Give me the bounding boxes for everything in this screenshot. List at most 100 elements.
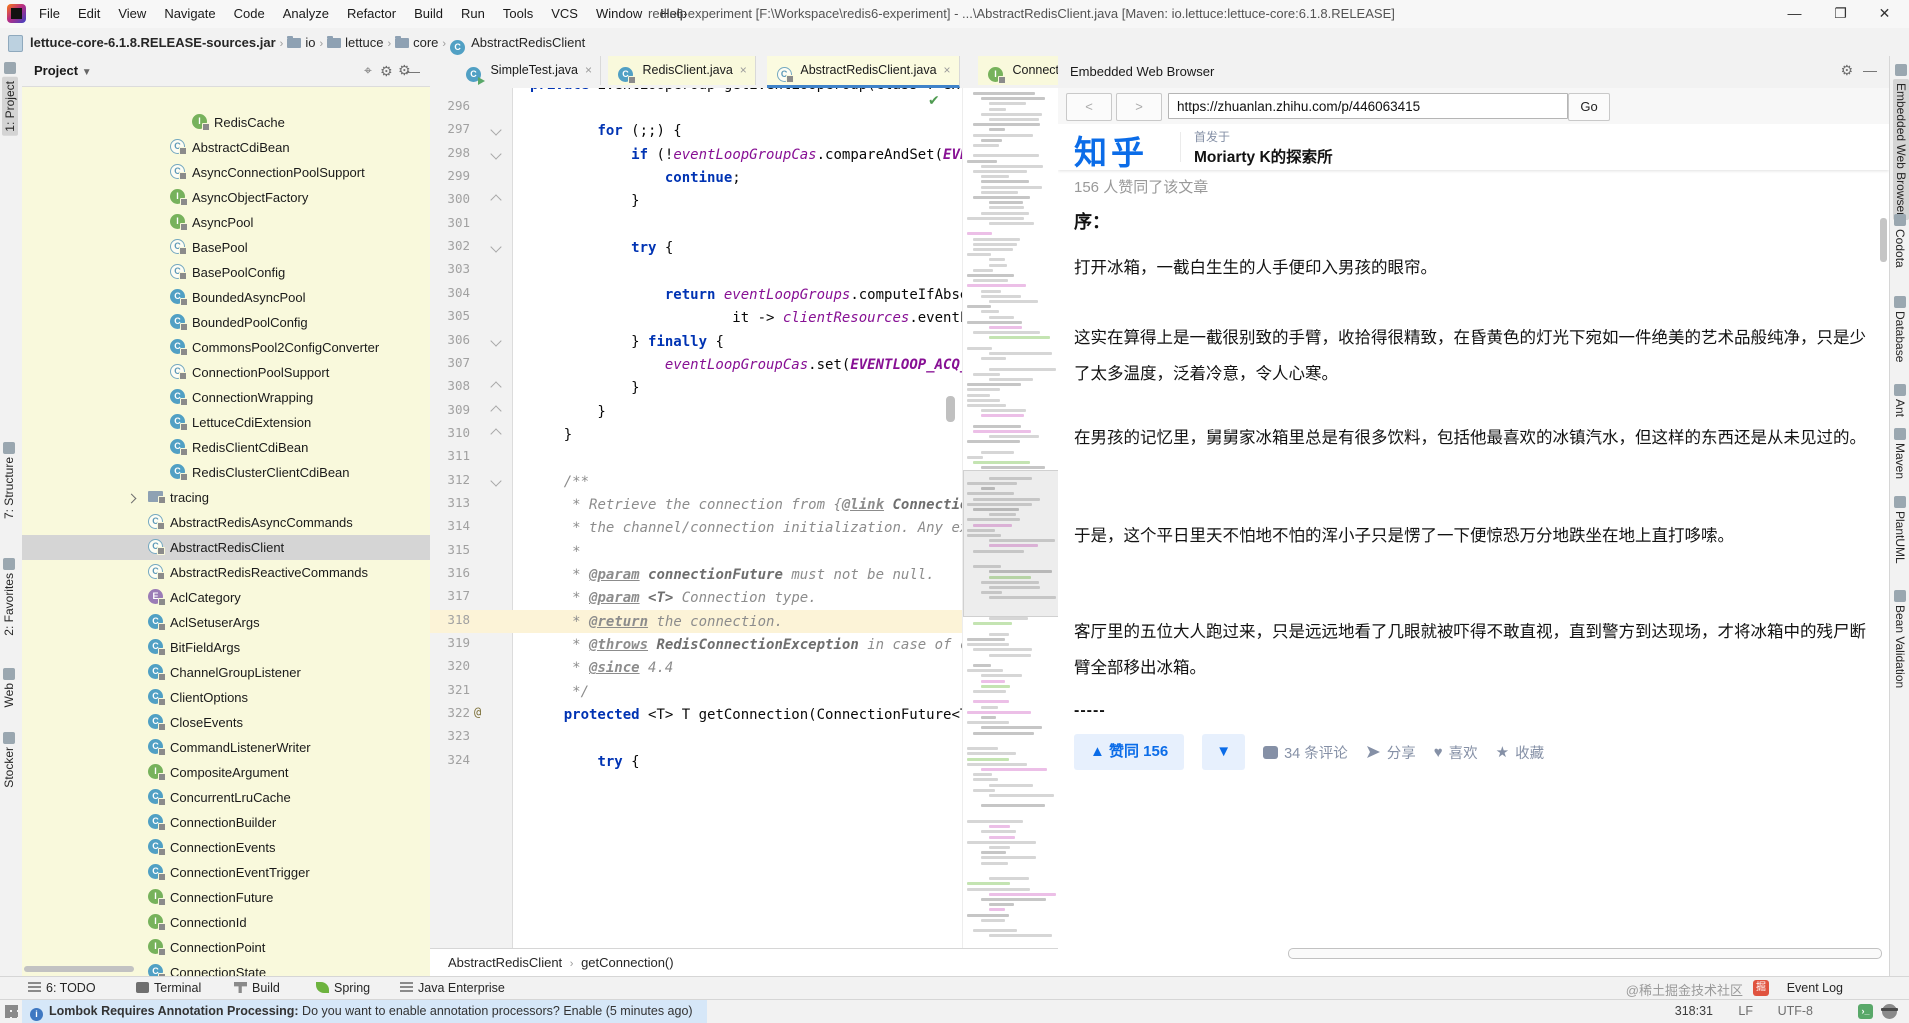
tree-item-AbstractRedisReactiveCommands[interactable]: C AbstractRedisReactiveCommands	[22, 560, 430, 585]
tool-button-build[interactable]: Build	[234, 977, 280, 1000]
line-number[interactable]: 298	[430, 145, 470, 160]
menu-item-analyze[interactable]: Analyze	[274, 0, 338, 21]
tree-item-RedisClientCdiBean[interactable]: C RedisClientCdiBean	[22, 435, 430, 460]
line-number[interactable]: 308	[430, 378, 470, 393]
url-input[interactable]	[1168, 93, 1568, 119]
tree-item-BasePoolConfig[interactable]: C BasePoolConfig	[22, 260, 430, 285]
event-log-button[interactable]: Event Log	[1787, 977, 1843, 1000]
file-encoding[interactable]: UTF-8	[1778, 1000, 1813, 1023]
menu-item-vcs[interactable]: VCS	[542, 0, 587, 21]
project-tree-hscrollbar[interactable]	[24, 966, 134, 972]
line-number[interactable]: 304	[430, 285, 470, 300]
line-number[interactable]: 302	[430, 238, 470, 253]
line-number[interactable]: 303	[430, 261, 470, 276]
page-horizontal-scrollbar[interactable]	[1288, 948, 1882, 959]
line-number[interactable]: 297	[430, 121, 470, 136]
close-button[interactable]: ✕	[1862, 0, 1907, 27]
inspections-ok-icon[interactable]: ✔	[928, 92, 940, 109]
tree-item-ConnectionEvents[interactable]: C ConnectionEvents	[22, 835, 430, 860]
line-number[interactable]: 322	[430, 705, 470, 720]
tree-item-BoundedPoolConfig[interactable]: C BoundedPoolConfig	[22, 310, 430, 335]
tree-item-AsyncObjectFactory[interactable]: I AsyncObjectFactory	[22, 185, 430, 210]
tool-button-spring[interactable]: Spring	[316, 977, 370, 1000]
line-number[interactable]: 318	[430, 612, 470, 627]
sidebar-item-7-structure[interactable]: 7: Structure	[2, 442, 16, 524]
line-number[interactable]: 309	[430, 402, 470, 417]
menu-item-navigate[interactable]: Navigate	[155, 0, 224, 21]
line-number[interactable]: 324	[430, 752, 470, 767]
zhihu-logo[interactable]: 知乎	[1074, 126, 1148, 174]
maximize-button[interactable]: ❐	[1818, 0, 1863, 27]
tree-item-CommonsPool2ConfigConverter[interactable]: C CommonsPool2ConfigConverter	[22, 335, 430, 360]
line-number[interactable]: 299	[430, 168, 470, 183]
tree-item-AclSetuserArgs[interactable]: C AclSetuserArgs	[22, 610, 430, 635]
breadcrumb-folder-lettuce[interactable]: lettuce	[327, 35, 383, 50]
line-number[interactable]: 314	[430, 518, 470, 533]
tool-button-terminal[interactable]: Terminal	[136, 977, 201, 1000]
line-number[interactable]: 305	[430, 308, 470, 323]
menu-item-file[interactable]: File	[30, 0, 69, 21]
annotation-gutter-icon[interactable]: @	[474, 705, 481, 719]
sidebar-item-ant[interactable]: Ant	[1893, 384, 1907, 422]
tree-item-ConnectionWrapping[interactable]: C ConnectionWrapping	[22, 385, 430, 410]
line-number[interactable]: 296	[430, 98, 470, 113]
tree-item-AbstractCdiBean[interactable]: C AbstractCdiBean	[22, 135, 430, 160]
menu-item-window[interactable]: Window	[587, 0, 651, 21]
menu-item-run[interactable]: Run	[452, 0, 494, 21]
chevron-expand-icon[interactable]	[126, 493, 137, 504]
minimap-viewport[interactable]	[963, 470, 1059, 617]
line-number[interactable]: 311	[430, 448, 470, 463]
go-button[interactable]: Go	[1568, 93, 1610, 121]
tree-item-ConnectionFuture[interactable]: I ConnectionFuture	[22, 885, 430, 910]
hide-panel-icon[interactable]: —	[1863, 62, 1877, 78]
close-icon[interactable]: ×	[740, 63, 747, 77]
tab-AbstractRedisClient.java[interactable]: C AbstractRedisClient.java ×	[766, 56, 960, 88]
menu-item-tools[interactable]: Tools	[494, 0, 542, 21]
line-number[interactable]: 316	[430, 565, 470, 580]
line-number[interactable]: 321	[430, 682, 470, 697]
tree-item-ConnectionPoint[interactable]: I ConnectionPoint	[22, 935, 430, 960]
tree-item-LettuceCdiExtension[interactable]: C LettuceCdiExtension	[22, 410, 430, 435]
minimap[interactable]	[962, 88, 1059, 948]
status-message[interactable]: i Lombok Requires Annotation Processing: …	[22, 1000, 707, 1023]
breadcrumb-jar[interactable]: lettuce-core-6.1.8.RELEASE-sources.jar	[30, 35, 276, 50]
caret-position[interactable]: 318:31	[1675, 1000, 1713, 1023]
hide-icon[interactable]: —	[406, 63, 420, 79]
menu-item-refactor[interactable]: Refactor	[338, 0, 405, 21]
comments-button[interactable]: 34 条评论	[1263, 742, 1348, 763]
tree-item-CloseEvents[interactable]: C CloseEvents	[22, 710, 430, 735]
sidebar-item-stocker[interactable]: Stocker	[2, 732, 16, 793]
tree-item-AclCategory[interactable]: E AclCategory	[22, 585, 430, 610]
tree-item-AbstractRedisClient[interactable]: C AbstractRedisClient	[22, 535, 430, 560]
minimize-button[interactable]: —	[1772, 0, 1817, 27]
incognito-icon[interactable]	[1881, 1004, 1898, 1019]
editor-scrollbar[interactable]	[946, 396, 955, 422]
sidebar-item-2-favorites[interactable]: 2: Favorites	[2, 558, 16, 641]
tree-item-BitFieldArgs[interactable]: C BitFieldArgs	[22, 635, 430, 660]
column-name[interactable]: Moriarty K的探索所	[1194, 145, 1333, 167]
tab-SimpleTest.java[interactable]: C SimpleTest.java ×	[456, 56, 602, 85]
downvote-button[interactable]: ▼	[1202, 734, 1246, 770]
like-button[interactable]: ♥ 喜欢	[1434, 742, 1478, 763]
tool-button-java-enterprise[interactable]: Java Enterprise	[400, 977, 505, 1000]
tree-item-CompositeArgument[interactable]: I CompositeArgument	[22, 760, 430, 785]
sidebar-item-plantuml[interactable]: PlantUML	[1893, 496, 1907, 569]
line-number[interactable]: 313	[430, 495, 470, 510]
tree-item-RedisClusterClientCdiBean[interactable]: C RedisClusterClientCdiBean	[22, 460, 430, 485]
tree-item-RedisCache[interactable]: I RedisCache	[22, 110, 430, 135]
tree-item-ClientOptions[interactable]: C ClientOptions	[22, 685, 430, 710]
line-number[interactable]: 300	[430, 191, 470, 206]
tree-item-ChannelGroupListener[interactable]: C ChannelGroupListener	[22, 660, 430, 685]
line-number[interactable]: 301	[430, 215, 470, 230]
back-button[interactable]: <	[1066, 93, 1112, 121]
line-number[interactable]: 319	[430, 635, 470, 650]
sidebar-item-maven[interactable]: Maven	[1893, 428, 1907, 484]
tab-RedisClient.java[interactable]: C RedisClient.java ×	[608, 56, 756, 85]
menu-item-code[interactable]: Code	[225, 0, 274, 21]
menu-item-view[interactable]: View	[109, 0, 155, 21]
tree-item-tracing[interactable]: tracing	[22, 485, 430, 510]
line-number[interactable]: 320	[430, 658, 470, 673]
breadcrumb-class[interactable]: AbstractRedisClient	[448, 955, 562, 970]
line-number[interactable]: 307	[430, 355, 470, 370]
menu-item-edit[interactable]: Edit	[69, 0, 109, 21]
